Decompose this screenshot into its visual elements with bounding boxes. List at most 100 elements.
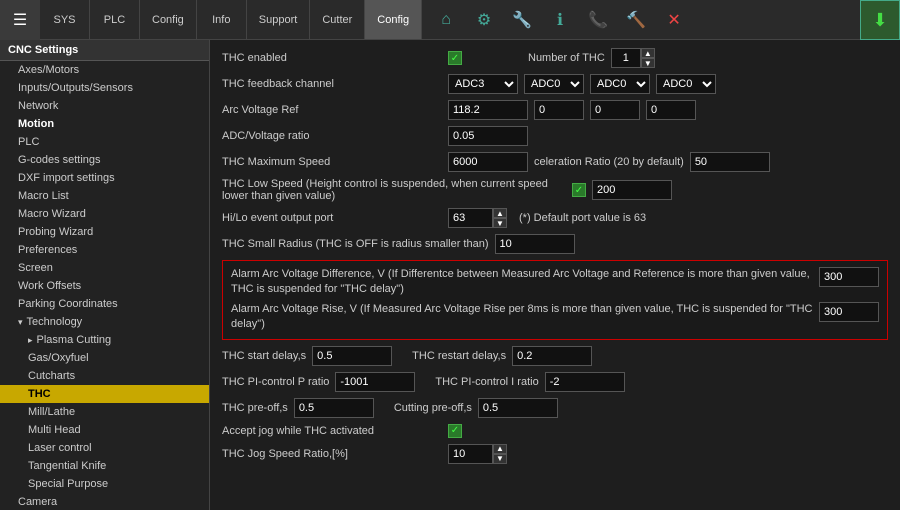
num-thc-input[interactable]: 1 xyxy=(611,48,641,68)
alarm2-label: Alarm Arc Voltage Rise, V (If Measured A… xyxy=(231,302,813,333)
thc-low-speed-input[interactable] xyxy=(592,180,672,200)
tab-info[interactable]: Info xyxy=(197,0,247,39)
top-bar: ☰ SYS PLC Config Info Support Cutter Con… xyxy=(0,0,900,40)
jog-speed-up[interactable]: ▲ xyxy=(493,444,507,454)
pi-i-item: THC PI-control I ratio xyxy=(435,372,624,392)
tab-sys[interactable]: SYS xyxy=(40,0,90,39)
thc-low-speed-row: THC Low Speed (Height control is suspend… xyxy=(222,178,888,202)
tab-cutter[interactable]: Cutter xyxy=(310,0,365,39)
tab-support[interactable]: Support xyxy=(247,0,311,39)
sidebar-item-prefs[interactable]: Preferences xyxy=(0,241,209,259)
feedback-adc3[interactable]: ADC0 xyxy=(590,74,650,94)
cel-ratio-input[interactable] xyxy=(690,152,770,172)
feedback-adc4[interactable]: ADC0 xyxy=(656,74,716,94)
cutting-preoff-input[interactable] xyxy=(478,398,558,418)
phone-icon-btn[interactable]: 📞 xyxy=(582,4,614,36)
thc-enabled-checkbox[interactable]: ✓ xyxy=(448,51,462,65)
settings-icon-btn[interactable]: ⚙ xyxy=(468,4,500,36)
restart-delay-item: THC restart delay,s xyxy=(412,346,592,366)
main-layout: CNC Settings Axes/Motors Inputs/Outputs/… xyxy=(0,40,900,510)
plasma-arrow: ▸ xyxy=(28,335,33,346)
sidebar-item-probingwiz[interactable]: Probing Wizard xyxy=(0,223,209,241)
sidebar-item-special[interactable]: Special Purpose xyxy=(0,475,209,493)
feedback-adc2[interactable]: ADC0 xyxy=(524,74,584,94)
arc-voltage-label: Arc Voltage Ref xyxy=(222,104,442,116)
thc-low-speed-checkbox[interactable]: ✓ xyxy=(572,183,586,197)
pre-off-item: THC pre-off,s xyxy=(222,398,374,418)
accept-jog-checkbox[interactable]: ✓ xyxy=(448,424,462,438)
sidebar-item-gas[interactable]: Gas/Oxyfuel xyxy=(0,349,209,367)
start-delay-input[interactable] xyxy=(312,346,392,366)
feedback-adc1[interactable]: ADC3 xyxy=(448,74,518,94)
hamburger-button[interactable]: ☰ xyxy=(0,0,40,40)
cutting-preoff-label: Cutting pre-off,s xyxy=(394,402,472,414)
thc-max-speed-row: THC Maximum Speed celeration Ratio (20 b… xyxy=(222,152,888,172)
small-radius-input[interactable] xyxy=(495,234,575,254)
tab-plc[interactable]: PLC xyxy=(90,0,140,39)
sidebar-item-network[interactable]: Network xyxy=(0,97,209,115)
num-thc-down[interactable]: ▼ xyxy=(641,58,655,68)
adc-ratio-label: ADC/Voltage ratio xyxy=(222,130,442,142)
thc-max-speed-input[interactable] xyxy=(448,152,528,172)
cel-ratio-label: celeration Ratio (20 by default) xyxy=(534,156,684,168)
alarm2-input[interactable] xyxy=(819,302,879,322)
hi-lo-down[interactable]: ▼ xyxy=(493,218,507,228)
content-area: THC enabled ✓ Number of THC 1 ▲ ▼ THC fe… xyxy=(210,40,900,510)
jog-speed-label: THC Jog Speed Ratio,[%] xyxy=(222,448,442,460)
restart-delay-input[interactable] xyxy=(512,346,592,366)
sidebar-item-thc[interactable]: THC xyxy=(0,385,209,403)
hi-lo-row: Hi/Lo event output port ▲ ▼ (*) Default … xyxy=(222,208,888,228)
top-bar-right: ⬇ xyxy=(860,0,900,40)
tab-config2[interactable]: Config xyxy=(365,0,422,39)
arc-extra3[interactable] xyxy=(646,100,696,120)
sidebar-item-macrowiz[interactable]: Macro Wizard xyxy=(0,205,209,223)
sidebar-item-motion[interactable]: Motion xyxy=(0,115,209,133)
sidebar-item-screen[interactable]: Screen xyxy=(0,259,209,277)
sidebar-item-plc[interactable]: PLC xyxy=(0,133,209,151)
sidebar: CNC Settings Axes/Motors Inputs/Outputs/… xyxy=(0,40,210,510)
num-thc-up[interactable]: ▲ xyxy=(641,48,655,58)
alarm1-label: Alarm Arc Voltage Difference, V (If Diff… xyxy=(231,267,813,298)
sidebar-item-axes[interactable]: Axes/Motors xyxy=(0,61,209,79)
jog-speed-input[interactable] xyxy=(448,444,493,464)
jog-speed-down[interactable]: ▼ xyxy=(493,454,507,464)
sidebar-item-milllathe[interactable]: Mill/Lathe xyxy=(0,403,209,421)
sidebar-item-dxf[interactable]: DXF import settings xyxy=(0,169,209,187)
sidebar-item-workoffsets[interactable]: Work Offsets xyxy=(0,277,209,295)
sidebar-item-macrolist[interactable]: Macro List xyxy=(0,187,209,205)
info-icon-btn[interactable]: ℹ xyxy=(544,4,576,36)
accept-jog-label: Accept jog while THC activated xyxy=(222,425,442,437)
home-icon-btn[interactable]: ⌂ xyxy=(430,4,462,36)
sidebar-item-plasma[interactable]: ▸ Plasma Cutting xyxy=(0,331,209,349)
tab-config1[interactable]: Config xyxy=(140,0,197,39)
sidebar-item-parking[interactable]: Parking Coordinates xyxy=(0,295,209,313)
arc-extra2[interactable] xyxy=(590,100,640,120)
close-icon-btn[interactable]: ✕ xyxy=(658,4,690,36)
delay-row: THC start delay,s THC restart delay,s xyxy=(222,346,888,366)
feedback-label: THC feedback channel xyxy=(222,78,442,90)
sidebar-item-cutcharts[interactable]: Cutcharts xyxy=(0,367,209,385)
hi-lo-up[interactable]: ▲ xyxy=(493,208,507,218)
sidebar-item-multihead[interactable]: Multi Head xyxy=(0,421,209,439)
sidebar-item-laser[interactable]: Laser control xyxy=(0,439,209,457)
tool-icon-btn[interactable]: 🔨 xyxy=(620,4,652,36)
arc-extra1[interactable] xyxy=(534,100,584,120)
sidebar-item-gcodes[interactable]: G-codes settings xyxy=(0,151,209,169)
hi-lo-spinner: ▲ ▼ xyxy=(448,208,507,228)
adc-ratio-input[interactable] xyxy=(448,126,528,146)
arc-voltage-input[interactable] xyxy=(448,100,528,120)
sidebar-item-technology[interactable]: ▾ Technology xyxy=(0,313,209,331)
alarm1-input[interactable] xyxy=(819,267,879,287)
hi-lo-input[interactable] xyxy=(448,208,493,228)
pre-off-input[interactable] xyxy=(294,398,374,418)
sidebar-item-io[interactable]: Inputs/Outputs/Sensors xyxy=(0,79,209,97)
pi-i-input[interactable] xyxy=(545,372,625,392)
hi-lo-spinner-btns: ▲ ▼ xyxy=(493,208,507,228)
thc-enabled-row: THC enabled ✓ Number of THC 1 ▲ ▼ xyxy=(222,48,888,68)
sidebar-item-camera[interactable]: Camera xyxy=(0,493,209,510)
download-button[interactable]: ⬇ xyxy=(860,0,900,40)
pi-p-input[interactable] xyxy=(335,372,415,392)
sidebar-item-tangential[interactable]: Tangential Knife xyxy=(0,457,209,475)
hi-lo-note: (*) Default port value is 63 xyxy=(519,212,646,224)
wrench-icon-btn[interactable]: 🔧 xyxy=(506,4,538,36)
